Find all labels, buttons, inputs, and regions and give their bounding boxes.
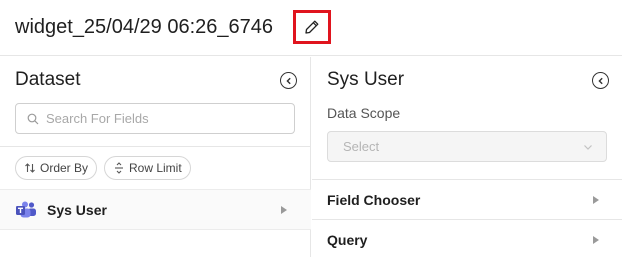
order-by-button[interactable]: Order By <box>15 156 98 180</box>
widget-title: widget_25/04/29 06:26_6746 <box>15 16 274 38</box>
order-by-label: Order By <box>40 161 89 175</box>
dataset-panel: Dataset Order By Row Limit <box>0 57 311 257</box>
query-section[interactable]: Query <box>312 219 622 257</box>
dataset-item-label: Sys User <box>47 201 107 218</box>
chevron-left-icon <box>285 77 291 84</box>
collapse-config-button[interactable] <box>592 72 609 89</box>
config-panel: Sys User Data Scope Select Field Chooser… <box>312 57 622 257</box>
chevron-left-icon <box>597 77 603 84</box>
dataset-item-sys-user[interactable]: Sys User <box>0 189 311 230</box>
data-scope-placeholder: Select <box>343 139 380 154</box>
caret-right-icon <box>281 206 287 214</box>
field-search-input[interactable] <box>46 111 276 126</box>
teams-icon <box>16 201 36 217</box>
field-chooser-label: Field Chooser <box>327 191 421 208</box>
field-chooser-section[interactable]: Field Chooser <box>312 179 622 219</box>
dataset-panel-title: Dataset <box>15 69 81 90</box>
row-limit-icon <box>115 162 123 174</box>
config-panel-title: Sys User <box>327 69 405 90</box>
row-limit-label: Row Limit <box>129 161 182 175</box>
row-limit-button[interactable]: Row Limit <box>104 156 191 180</box>
pencil-icon <box>305 20 319 34</box>
widget-header: widget_25/04/29 06:26_6746 <box>0 0 622 56</box>
chevron-down-icon <box>584 145 592 150</box>
sort-icon <box>25 163 35 173</box>
search-icon <box>27 113 39 124</box>
data-scope-label: Data Scope <box>327 105 401 121</box>
query-label: Query <box>327 231 368 248</box>
caret-right-icon <box>593 236 599 244</box>
field-search-box[interactable] <box>15 103 295 134</box>
collapse-dataset-button[interactable] <box>280 72 297 89</box>
edit-title-button[interactable] <box>293 10 331 44</box>
data-scope-select[interactable]: Select <box>327 131 607 162</box>
divider <box>0 146 311 147</box>
caret-right-icon <box>593 196 599 204</box>
